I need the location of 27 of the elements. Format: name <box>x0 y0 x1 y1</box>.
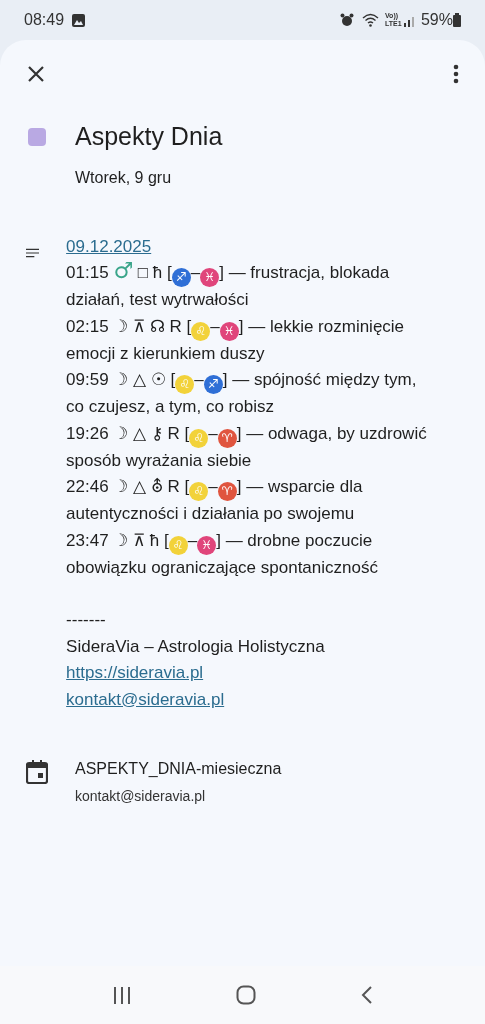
battery-icon <box>453 13 461 27</box>
signature-text: SideraVia – Astrologia Holistyczna <box>66 635 325 658</box>
calendar-name: ASPEKTY_DNIA-miesieczna <box>75 759 282 779</box>
more-options-icon[interactable] <box>453 64 459 84</box>
aspect-entry: 09:59 ☽ △ ☉ [ ♌ – ♐ ] — spójność między tym, co czujesz, a tym, co robisz <box>66 369 418 418</box>
close-icon[interactable] <box>26 64 46 84</box>
event-date: Wtorek, 9 gru <box>75 167 172 188</box>
battery-percent: 59% <box>420 10 453 30</box>
back-icon[interactable] <box>360 986 373 1004</box>
calendar-icon <box>26 760 48 784</box>
aspect-entry: 23:47 ☽ ⊼ ħ [ ♌ – ♓ ] — drobne poczucie obowiązku ograniczające spontaniczność <box>66 529 379 579</box>
aspect-entry: 19:26 ☽ △ ⚷ R [ ♌ – ♈ ] — odwaga, by uzdrowić sposób wyrażania siebie <box>66 422 428 472</box>
home-icon[interactable] <box>235 985 256 1005</box>
link[interactable]: kontakt@sideravia.pl <box>66 686 225 713</box>
event-title: Aspekty Dnia <box>75 121 223 152</box>
aspect-entry: 22:46 ☽ △ ⛢ R [ ♌ – ♈ ] — wsparcie dla autentyczności i działania po swojemu <box>66 476 364 525</box>
separator-text: ------- <box>66 609 106 631</box>
status-time: 08:49 <box>24 10 65 30</box>
calendar-account: kontakt@sideravia.pl <box>75 787 207 806</box>
alarm-icon <box>339 13 354 27</box>
aspect-entry: 01:15 ♂ □ ħ [ ♐ – ♓ ] — frustracja, blokada działań, test wytrwałości <box>66 260 391 311</box>
aspect-entry: 02:15 ☽ ⊼ ☊ R [ ♌ – ♓ ] — lekkie rozminięcie emocji z kierunkiem duszy <box>66 315 406 365</box>
recent-apps-icon[interactable] <box>112 986 131 1004</box>
link[interactable]: https://sideravia.pl <box>66 660 204 687</box>
wifi-icon <box>361 13 379 27</box>
image-icon <box>72 13 86 27</box>
date-link[interactable]: 09.12.2025 <box>66 233 152 260</box>
